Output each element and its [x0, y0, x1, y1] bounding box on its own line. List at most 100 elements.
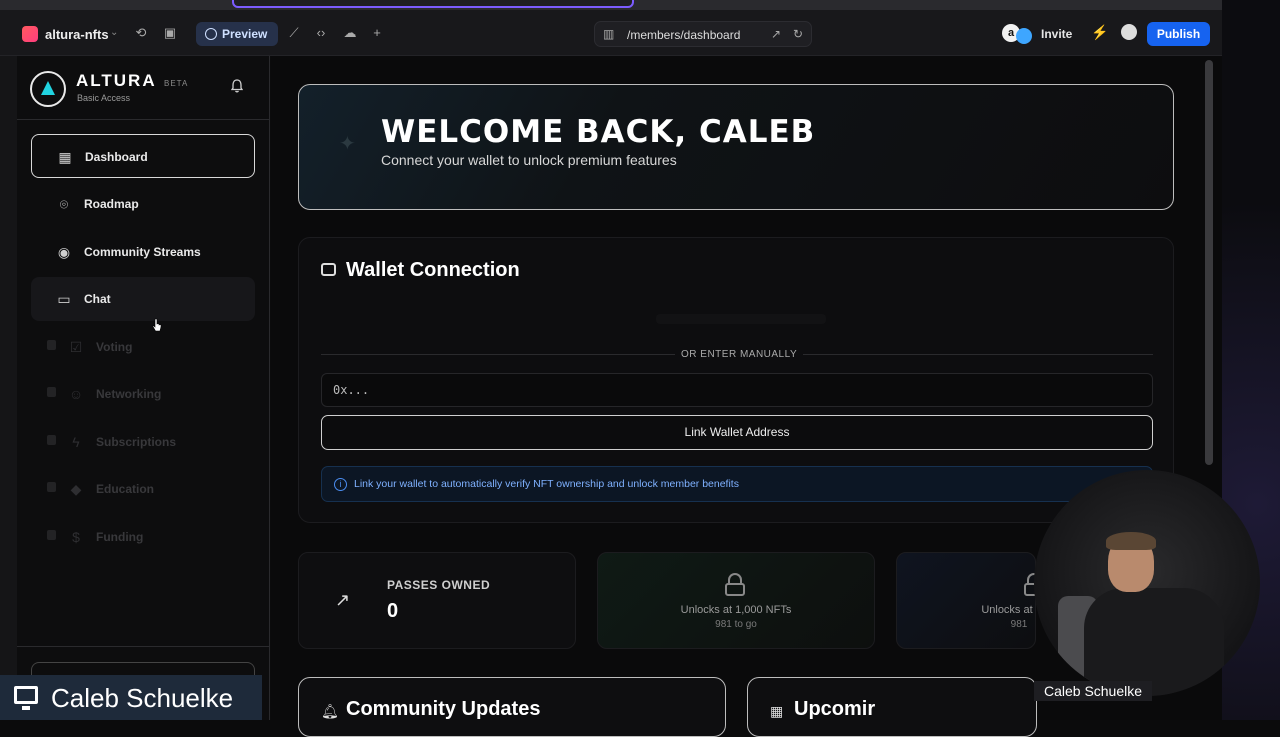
sidebar-item-funding[interactable]: $ Funding: [31, 515, 255, 559]
altura-logo-icon: [30, 71, 66, 107]
bell-icon[interactable]: [231, 79, 243, 93]
unlock-text: Unlocks at 1,000 NFTs: [680, 604, 792, 616]
cloud-icon[interactable]: ☁: [341, 24, 359, 42]
stat-card-locked: Unlocks at 981: [896, 552, 1044, 649]
analytics-icon[interactable]: ⟋: [285, 24, 303, 42]
info-text: Link your wallet to automatically verify…: [354, 478, 739, 490]
open-external-icon[interactable]: ↗: [771, 27, 781, 41]
webcam-name-label: Caleb Schuelke: [1034, 681, 1152, 701]
broadcast-icon: ◉: [57, 244, 71, 260]
publish-button[interactable]: Publish: [1147, 22, 1210, 46]
stat-value: 0: [387, 600, 399, 622]
invite-button[interactable]: Invite: [1041, 27, 1072, 41]
welcome-banner: ✦ WELCOME BACK, CALEB Connect your walle…: [298, 84, 1174, 210]
plus-icon[interactable]: +: [368, 24, 386, 42]
dollar-icon: $: [72, 529, 80, 545]
lock-icon: [47, 482, 56, 492]
sidebar-divider: [17, 646, 270, 647]
presenter-banner: Caleb Schuelke: [0, 675, 262, 720]
remaining-text: 981 to go: [715, 619, 757, 630]
community-updates-title: Community Updates: [346, 698, 541, 720]
monitor-icon: [14, 686, 38, 704]
lock-icon: [725, 573, 745, 596]
lock-icon: [47, 435, 56, 445]
users-icon: ☺: [68, 386, 84, 402]
graduation-cap-icon: ◆: [70, 481, 82, 497]
welcome-title: WELCOME BACK, CALEB: [381, 114, 816, 150]
monitor-stand: [22, 706, 30, 710]
trending-up-icon: ↗: [335, 590, 351, 610]
preview-button[interactable]: Preview: [196, 22, 278, 46]
presenter-hair: [1106, 532, 1156, 550]
bolt-icon[interactable]: ⚡: [1091, 24, 1108, 41]
sidebar-divider: [17, 119, 270, 120]
app-logo-icon[interactable]: [22, 26, 38, 42]
route-path: /members/dashboard: [627, 28, 741, 42]
brand-name: ALTURA: [76, 71, 157, 90]
wallet-connection-card: Wallet Connection OR ENTER MANUALLY 0x..…: [298, 237, 1174, 523]
sidebar-item-dashboard[interactable]: ▦ Dashboard: [31, 134, 255, 178]
sidebar-item-label: Community Streams: [84, 245, 201, 259]
calendar-icon: ▦: [770, 703, 784, 719]
sparkle-icon: ✦: [339, 133, 356, 155]
sidebar-item-label: Roadmap: [84, 197, 139, 211]
sidebar-toggle-icon[interactable]: ▣: [161, 24, 179, 42]
code-icon[interactable]: ‹›: [312, 24, 330, 42]
sidebar-item-community-streams[interactable]: ◉ Community Streams: [31, 230, 255, 274]
sidebar-item-roadmap[interactable]: ⌾ Roadmap: [31, 182, 255, 226]
beta-badge: BETA: [164, 79, 189, 88]
lock-icon: [47, 387, 56, 397]
layout-icon: ▥: [603, 27, 615, 41]
chat-bubble-icon: ▭: [57, 291, 71, 307]
wallet-address-input[interactable]: 0x...: [321, 373, 1153, 407]
sidebar-item-label: Chat: [84, 292, 111, 306]
browser-url-bar[interactable]: [232, 0, 634, 8]
presenter-name: Caleb Schuelke: [51, 683, 234, 713]
info-banner: i Link your wallet to automatically veri…: [321, 466, 1153, 502]
refresh-icon[interactable]: ↻: [793, 27, 803, 41]
lock-icon: [47, 340, 56, 350]
app-toolbar: altura-nfts ⌄ ⟲ ▣ Preview ⟋ ‹› ☁ + ▥ /me…: [0, 10, 1222, 56]
webcam-overlay: [1034, 470, 1260, 696]
presenter-torso: [1084, 588, 1224, 696]
preview-label: Preview: [222, 27, 268, 41]
sidebar: ALTURA BETA Basic Access ▦ Dashboard ⌾ R…: [17, 56, 270, 720]
browser-top-strip: [0, 0, 1280, 10]
globe-icon: [205, 28, 217, 40]
sidebar-item-label: Networking: [96, 387, 162, 401]
project-name[interactable]: altura-nfts: [45, 27, 109, 42]
wallet-icon: [321, 263, 336, 276]
or-enter-manually-label: OR ENTER MANUALLY: [675, 349, 804, 360]
sidebar-item-label: Subscriptions: [96, 435, 177, 449]
upcoming-card: ▦ Upcomir: [747, 677, 1037, 737]
chevron-down-icon[interactable]: ⌄: [110, 27, 118, 38]
scrollbar[interactable]: [1205, 60, 1213, 465]
sidebar-item-education[interactable]: ◆ Education: [31, 467, 255, 511]
bell-icon: 🔔︎: [321, 703, 339, 719]
link-wallet-button[interactable]: Link Wallet Address: [321, 415, 1153, 450]
sidebar-item-networking[interactable]: ☺ Networking: [31, 372, 255, 416]
bolt-icon: ϟ: [72, 434, 80, 450]
stat-card-locked: Unlocks at 1,000 NFTs 981 to go: [597, 552, 875, 649]
route-bar[interactable]: ▥ /members/dashboard ↗ ↻: [594, 21, 812, 47]
sidebar-item-subscriptions[interactable]: ϟ Subscriptions: [31, 420, 255, 464]
checkbox-icon: ☑: [69, 339, 83, 355]
sidebar-item-chat[interactable]: ▭ Chat: [31, 277, 255, 321]
wallet-title: Wallet Connection: [346, 259, 520, 281]
access-level: Basic Access: [77, 93, 131, 103]
info-icon: i: [334, 478, 347, 491]
connect-placeholder: [656, 314, 826, 324]
stat-card-passes: ↗ PASSES OWNED 0: [298, 552, 576, 649]
sidebar-item-label: Voting: [96, 340, 133, 354]
github-icon[interactable]: [1121, 24, 1137, 40]
editor-left-frame: [0, 56, 17, 720]
collaborator-avatar[interactable]: [1016, 28, 1032, 44]
welcome-subtitle: Connect your wallet to unlock premium fe…: [381, 152, 677, 168]
sidebar-item-label: Dashboard: [85, 150, 148, 164]
community-updates-card: 🔔︎ Community Updates: [298, 677, 726, 737]
upcoming-title: Upcomir: [794, 698, 876, 720]
mouse-cursor: [152, 318, 162, 332]
sidebar-item-voting[interactable]: ☑ Voting: [31, 325, 255, 369]
history-icon[interactable]: ⟲: [132, 24, 150, 42]
grid-icon: ▦: [58, 149, 72, 165]
